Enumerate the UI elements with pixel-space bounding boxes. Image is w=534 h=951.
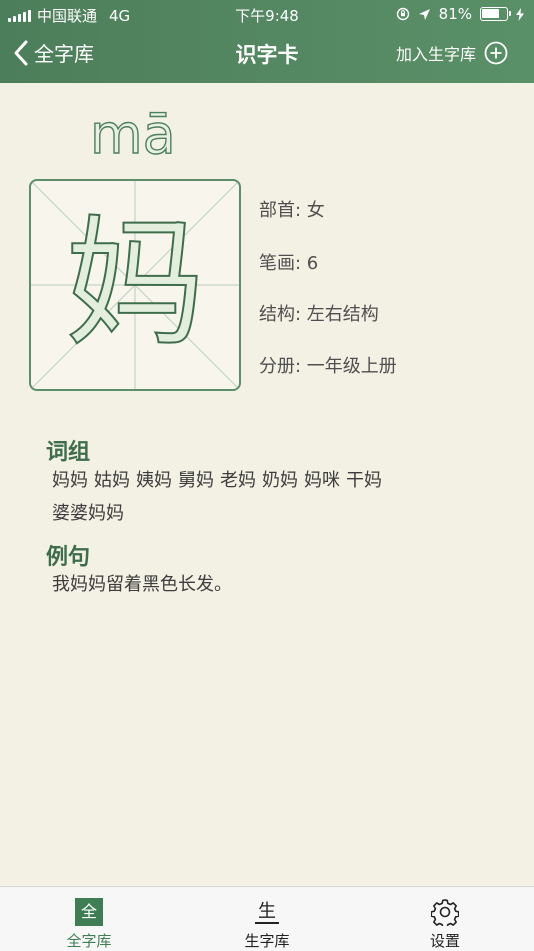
word-item[interactable]: 妈咪 bbox=[304, 470, 340, 491]
add-to-new-words-button[interactable]: 加入生字库 bbox=[396, 41, 508, 65]
word-item[interactable]: 老妈 bbox=[220, 470, 256, 491]
orientation-lock-icon bbox=[396, 7, 409, 21]
word-list: 妈妈 姑妈 姨妈 舅妈 老妈 奶妈 妈咪 干妈婆婆妈妈 bbox=[52, 464, 472, 530]
word-item[interactable]: 干妈 bbox=[346, 470, 382, 491]
example-sentence: 我妈妈留着黑色长发。 bbox=[52, 574, 232, 595]
gear-icon bbox=[431, 899, 459, 926]
add-button-label: 加入生字库 bbox=[395, 45, 476, 64]
word-item[interactable]: 妈妈 bbox=[52, 470, 88, 491]
location-icon bbox=[418, 8, 430, 20]
structure-label: 结构: 左右结构 bbox=[259, 304, 379, 325]
tab-settings[interactable]: 设置 bbox=[356, 887, 534, 951]
new-characters-tab-icon: 生 bbox=[253, 898, 281, 926]
charging-icon bbox=[516, 7, 524, 21]
tab-all-characters[interactable]: 全 全字库 bbox=[0, 887, 178, 951]
word-item[interactable]: 奶妈 bbox=[262, 470, 298, 491]
word-item[interactable]: 婆婆妈妈 bbox=[52, 503, 124, 524]
header-bar: 中国联通 4G 下午9:48 81% 全字库 识字卡 加入生字库 bbox=[0, 0, 534, 83]
all-characters-tab-icon: 全 bbox=[75, 898, 103, 926]
stroke-count-label: 笔画: 6 bbox=[259, 253, 319, 274]
word-item[interactable]: 舅妈 bbox=[178, 470, 214, 491]
tab-label: 全字库 bbox=[66, 932, 112, 950]
word-item[interactable]: 姑妈 bbox=[94, 470, 130, 491]
pinyin-label: mā bbox=[89, 103, 176, 166]
tab-label: 生字库 bbox=[244, 932, 290, 950]
battery-icon bbox=[480, 7, 511, 21]
tab-new-characters[interactable]: 生 生字库 bbox=[178, 887, 356, 951]
sentence-section-title: 例句 bbox=[46, 545, 91, 570]
volume-label: 分册: 一年级上册 bbox=[259, 356, 397, 377]
tab-label: 设置 bbox=[429, 932, 460, 950]
character-glyph: 妈 bbox=[64, 202, 206, 367]
status-bar: 中国联通 4G 下午9:48 81% bbox=[0, 0, 534, 28]
navigation-bar: 全字库 识字卡 加入生字库 bbox=[0, 28, 534, 83]
battery-percent: 81% bbox=[438, 5, 472, 23]
tab-bar: 全 全字库 生 生字库 设置 bbox=[0, 886, 534, 951]
plus-circle-icon bbox=[484, 41, 508, 65]
radical-label: 部首: 女 bbox=[259, 200, 325, 221]
words-section-title: 词组 bbox=[46, 440, 91, 465]
word-item[interactable]: 姨妈 bbox=[136, 470, 172, 491]
character-grid[interactable]: 妈 bbox=[29, 179, 241, 391]
